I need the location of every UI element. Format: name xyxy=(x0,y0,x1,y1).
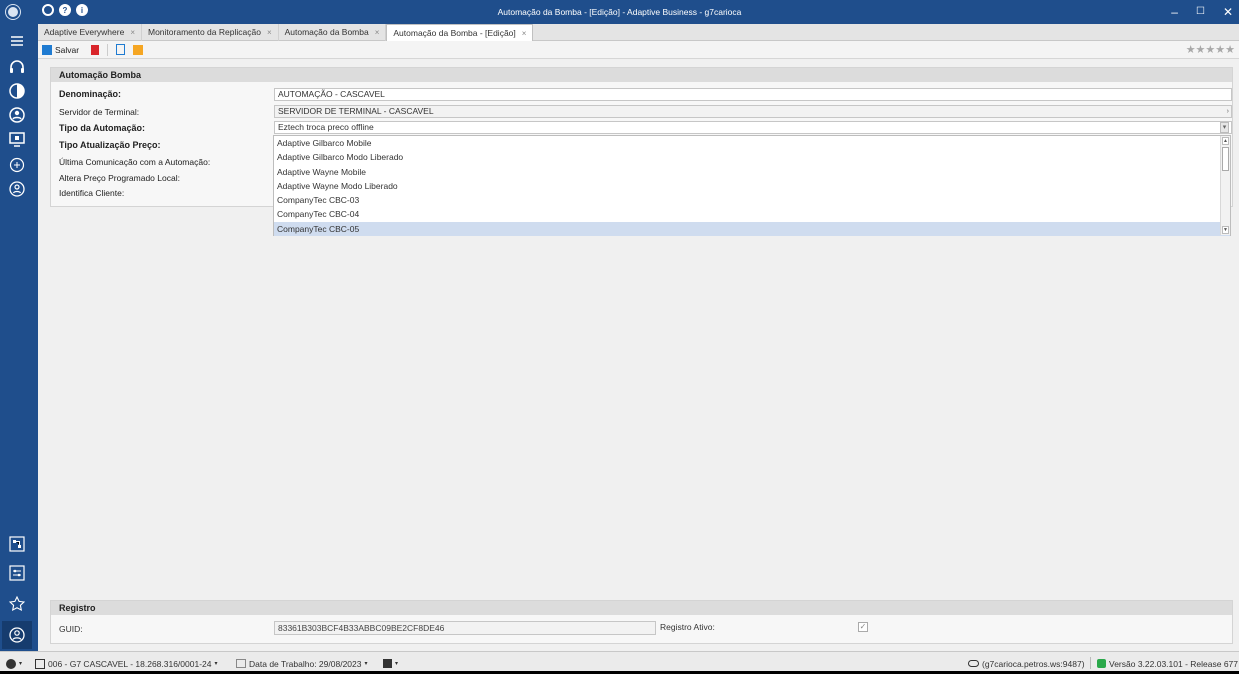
chevron-right-icon[interactable]: › xyxy=(1227,106,1229,117)
servidor-label: Servidor de Terminal: xyxy=(59,107,140,117)
save-button[interactable]: Salvar xyxy=(42,44,80,55)
building-icon xyxy=(35,658,45,669)
tab-label: Automação da Bomba xyxy=(284,27,369,37)
calendar-icon xyxy=(236,659,246,668)
profile-circle-icon[interactable] xyxy=(8,180,26,198)
dropdown-option[interactable]: Adaptive Gilbarco Modo Liberado xyxy=(274,150,1230,164)
tab-label: Automação da Bomba - [Edição] xyxy=(393,27,516,38)
tab-monitoramento[interactable]: Monitoramento da Replicação × xyxy=(142,24,279,41)
registro-ativo-checkbox[interactable]: ✓ xyxy=(858,622,868,632)
scroll-up-icon[interactable]: ▲ xyxy=(1222,137,1229,145)
sidebar xyxy=(0,24,34,651)
tab-adaptive-everywhere[interactable]: Adaptive Everywhere × xyxy=(38,24,142,41)
dropdown-scrollbar[interactable]: ▲ ▼ xyxy=(1220,136,1230,235)
check-circle-icon xyxy=(6,658,16,669)
user-settings-icon[interactable] xyxy=(8,106,26,124)
denominacao-field[interactable]: AUTOMAÇÃO - CASCAVEL xyxy=(274,88,1232,101)
note-icon[interactable] xyxy=(133,44,144,55)
tipo-automacao-select[interactable]: Eztech troca preco offline ▾ xyxy=(274,121,1232,134)
status-separator xyxy=(1090,657,1091,669)
tipo-automacao-label: Tipo da Automação: xyxy=(59,123,146,133)
rating-stars[interactable]: ★★★★★ xyxy=(1186,43,1235,56)
ultima-comunicacao-label: Última Comunicação com a Automação: xyxy=(59,157,211,167)
minimize-button[interactable]: – xyxy=(1171,0,1178,24)
dropdown-option[interactable]: CompanyTec CBC-04 xyxy=(274,207,1230,221)
close-tab-icon[interactable]: × xyxy=(130,24,135,41)
guid-field[interactable]: 83361B303BCF4B33ABBC09BE2CF8DE46 xyxy=(274,621,656,635)
maximize-button[interactable]: ☐ xyxy=(1196,0,1205,24)
user-account-icon xyxy=(8,626,26,644)
close-tab-icon[interactable]: × xyxy=(522,25,527,42)
tipo-automacao-value: Eztech troca preco offline xyxy=(278,122,374,132)
window-title: Automação da Bomba - [Edição] - Adaptive… xyxy=(497,7,742,17)
tab-bar: Adaptive Everywhere × Monitoramento da R… xyxy=(38,24,1239,41)
section-title: Automação Bomba xyxy=(51,68,1232,82)
close-button[interactable]: ✕ xyxy=(1223,0,1233,24)
scroll-down-icon[interactable]: ▼ xyxy=(1222,226,1229,234)
tab-automacao-bomba[interactable]: Automação da Bomba × xyxy=(279,24,387,41)
sync-icon[interactable] xyxy=(8,156,26,174)
dropdown-option-selected[interactable]: CompanyTec CBC-05 xyxy=(274,221,1230,237)
dropdown-option[interactable]: Adaptive Gilbarco Mobile xyxy=(274,136,1230,150)
main-area: Adaptive Everywhere × Monitoramento da R… xyxy=(34,24,1239,651)
org-chart-icon[interactable] xyxy=(8,535,26,553)
guid-value: 83361B303BCF4B33ABBC09BE2CF8DE46 xyxy=(278,623,445,633)
toolbar-separator xyxy=(107,43,109,56)
delete-icon[interactable] xyxy=(91,44,100,55)
altera-preco-label: Altera Preço Programado Local: xyxy=(59,173,180,183)
denominacao-value: AUTOMAÇÃO - CASCAVEL xyxy=(278,89,385,99)
document-icon[interactable] xyxy=(116,44,126,55)
registro-panel: Registro GUID: 83361B303BCF4B33ABBC09BE2… xyxy=(50,600,1233,644)
dropdown-option[interactable]: Adaptive Wayne Modo Liberado xyxy=(274,179,1230,193)
identifica-cliente-label: Identifica Cliente: xyxy=(59,188,125,198)
chevron-down-icon[interactable]: ▾ xyxy=(1220,122,1229,133)
layers-icon xyxy=(1097,659,1106,668)
tab-label: Monitoramento da Replicação xyxy=(148,27,261,37)
title-bar: ? i Automação da Bomba - [Edição] - Adap… xyxy=(0,0,1239,24)
servidor-field[interactable]: SERVIDOR DE TERMINAL - CASCAVEL › xyxy=(274,105,1232,118)
sliders-icon[interactable] xyxy=(8,564,26,582)
menu-icon[interactable] xyxy=(8,32,26,50)
cloud-icon xyxy=(968,660,979,667)
tipo-atualizacao-label: Tipo Atualização Preço: xyxy=(59,140,161,150)
toolbar: Salvar ★★★★★ xyxy=(38,41,1239,59)
scroll-thumb[interactable] xyxy=(1222,147,1229,171)
flag-icon xyxy=(383,659,392,668)
servidor-value: SERVIDOR DE TERMINAL - CASCAVEL xyxy=(278,106,434,116)
save-icon xyxy=(42,44,52,55)
close-tab-icon[interactable]: × xyxy=(267,24,272,41)
guid-label: GUID: xyxy=(59,624,83,634)
dropdown-option[interactable]: Adaptive Wayne Mobile xyxy=(274,165,1230,179)
save-label: Salvar xyxy=(55,44,80,55)
monitor-lock-icon[interactable] xyxy=(8,130,26,148)
tab-label: Adaptive Everywhere xyxy=(44,27,125,37)
close-tab-icon[interactable]: × xyxy=(375,24,380,41)
headset-icon[interactable] xyxy=(8,58,26,76)
denominacao-label: Denominação: xyxy=(59,89,122,99)
registro-ativo-label: Registro Ativo: xyxy=(660,622,715,632)
star-icon[interactable] xyxy=(8,595,26,613)
dropdown-option[interactable]: CompanyTec CBC-03 xyxy=(274,193,1230,207)
tipo-automacao-dropdown[interactable]: Adaptive Gilbarco Mobile Adaptive Gilbar… xyxy=(273,135,1231,237)
window-controls: – ☐ ✕ xyxy=(1171,0,1233,24)
registro-section-title: Registro xyxy=(51,601,1232,615)
tab-automacao-bomba-edicao[interactable]: Automação da Bomba - [Edição] × xyxy=(386,24,534,42)
contrast-icon[interactable] xyxy=(8,82,26,100)
